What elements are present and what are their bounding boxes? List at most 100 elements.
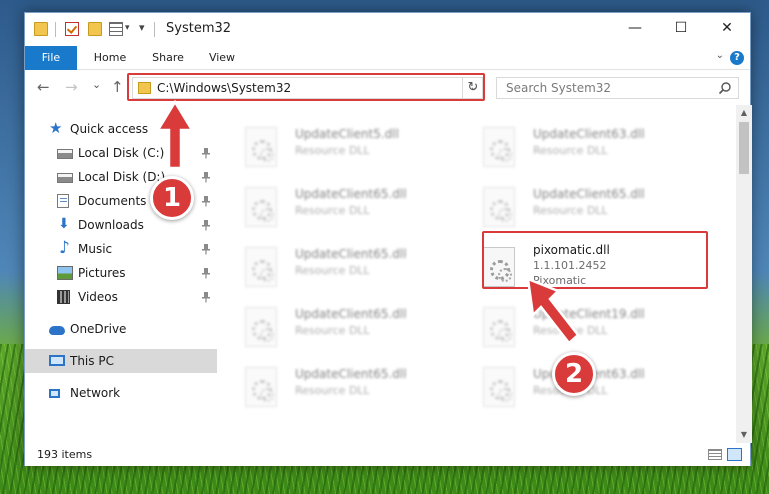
file-name: UpdateClient65.dll [295,187,407,201]
sidebar-item-label: OneDrive [70,322,127,336]
vertical-scrollbar[interactable]: ▲ ▼ [736,105,752,443]
scroll-down-button[interactable]: ▼ [736,427,752,443]
dll-file-icon [245,307,277,347]
tab-home[interactable]: Home [85,46,135,70]
arrow-icon [526,277,580,345]
close-button[interactable]: ✕ [704,13,750,43]
sidebar-item-label: Music [78,242,113,256]
star-icon [49,119,65,137]
properties-icon[interactable] [109,22,123,36]
folder-icon [34,22,48,36]
properties-check-icon[interactable] [65,22,79,36]
music-icon [57,238,73,258]
downloads-icon [57,216,73,232]
videos-icon [57,290,70,304]
sidebar-item-label: Local Disk (D:) [78,170,166,184]
dll-file-icon [245,367,277,407]
help-icon[interactable]: ? [730,51,744,65]
sidebar-item-label: Videos [78,290,118,304]
file-item[interactable]: UpdateClient65.dll Resource DLL [225,173,445,227]
sidebar-item-downloads[interactable]: Downloads [25,213,217,237]
arrow-icon [155,100,195,170]
sidebar-item-videos[interactable]: Videos [25,285,217,309]
expand-ribbon-icon[interactable]: ⌄ [716,50,724,61]
dll-file-icon [483,187,515,227]
status-bar: 193 items [25,443,750,466]
file-description: Resource DLL [295,144,370,157]
pin-icon[interactable] [201,195,211,207]
file-item[interactable]: UpdateClient5.dll Resource DLL [225,113,445,167]
tab-file[interactable]: File [25,46,77,70]
sidebar-item-label: Network [70,386,121,400]
sidebar-item-onedrive[interactable]: OneDrive [25,317,217,341]
ribbon-tabs: File Home Share View ⌄ ? [25,46,750,70]
sidebar-item-music[interactable]: Music [25,237,217,261]
file-item[interactable]: UpdateClient65.dll Resource DLL [225,293,445,347]
address-highlight-box [127,73,485,101]
sidebar-item-pictures[interactable]: Pictures [25,261,217,285]
item-count: 193 items [37,448,93,461]
maximize-button[interactable]: ☐ [658,13,704,43]
sidebar-item-label: This PC [70,354,114,368]
file-name: UpdateClient65.dll [533,187,645,201]
file-name: UpdateClient63.dll [533,127,645,141]
network-icon [49,389,60,398]
up-button[interactable]: ↑ [111,78,124,96]
sidebar-item-label: Quick access [70,122,149,136]
pin-icon[interactable] [201,291,211,303]
file-description: Resource DLL [533,204,608,217]
this-pc-icon [49,355,65,366]
pin-icon[interactable] [201,147,211,159]
recent-locations-button[interactable]: ⌄ [92,78,101,91]
documents-icon [57,194,69,208]
pictures-icon [57,266,73,280]
file-description: Resource DLL [295,264,370,277]
title-bar: ▾ ▾ System32 — ☐ ✕ [25,13,750,45]
file-item[interactable]: UpdateClient65.dll Resource DLL [225,233,445,287]
large-icons-view-icon[interactable] [727,448,742,461]
file-description: Resource DLL [533,144,608,157]
onedrive-icon [49,326,65,335]
step-badge-1: 1 [150,176,194,220]
search-box[interactable]: Search System32 [496,77,739,99]
file-item[interactable]: UpdateClient65.dll Resource DLL [225,353,445,407]
pin-icon[interactable] [201,171,211,183]
tab-view[interactable]: View [199,46,245,70]
step-badge-2: 2 [552,352,596,396]
pin-icon[interactable] [201,243,211,255]
file-description: Resource DLL [295,204,370,217]
sidebar-item-network[interactable]: Network [25,381,217,405]
search-input[interactable]: Search System32 [506,81,611,95]
customize-toolbar-icon[interactable]: ▾ [139,21,145,34]
dll-file-icon [245,247,277,287]
sidebar-item-label: Documents [78,194,147,208]
toolbar-separator [154,22,155,37]
file-name: UpdateClient5.dll [295,127,399,141]
search-icon[interactable] [718,81,732,95]
dll-file-icon [245,127,277,167]
sidebar-item-label: Pictures [78,266,126,280]
sidebar-item-label: Downloads [78,218,144,232]
toolbar-separator [55,22,56,37]
pin-icon[interactable] [201,219,211,231]
minimize-button[interactable]: — [612,13,658,43]
file-description: Resource DLL [295,324,370,337]
back-button[interactable]: ← [37,78,50,96]
drive-icon [57,173,73,183]
file-item[interactable]: UpdateClient65.dll Resource DLL [463,173,683,227]
scroll-thumb[interactable] [739,122,749,174]
file-item[interactable]: UpdateClient63.dll Resource DLL [463,113,683,167]
sidebar-item-this-pc[interactable]: This PC [25,349,217,373]
file-highlight-box [482,231,708,289]
new-folder-icon[interactable] [88,22,102,36]
scroll-up-button[interactable]: ▲ [736,105,752,121]
details-view-icon[interactable] [708,449,722,460]
dll-file-icon [245,187,277,227]
forward-button[interactable]: → [65,78,78,96]
window-title: System32 [166,21,232,36]
pin-icon[interactable] [201,267,211,279]
chevron-down-icon[interactable]: ▾ [125,23,130,33]
file-name: UpdateClient65.dll [295,307,407,321]
dll-file-icon [483,127,515,167]
tab-share[interactable]: Share [143,46,193,70]
